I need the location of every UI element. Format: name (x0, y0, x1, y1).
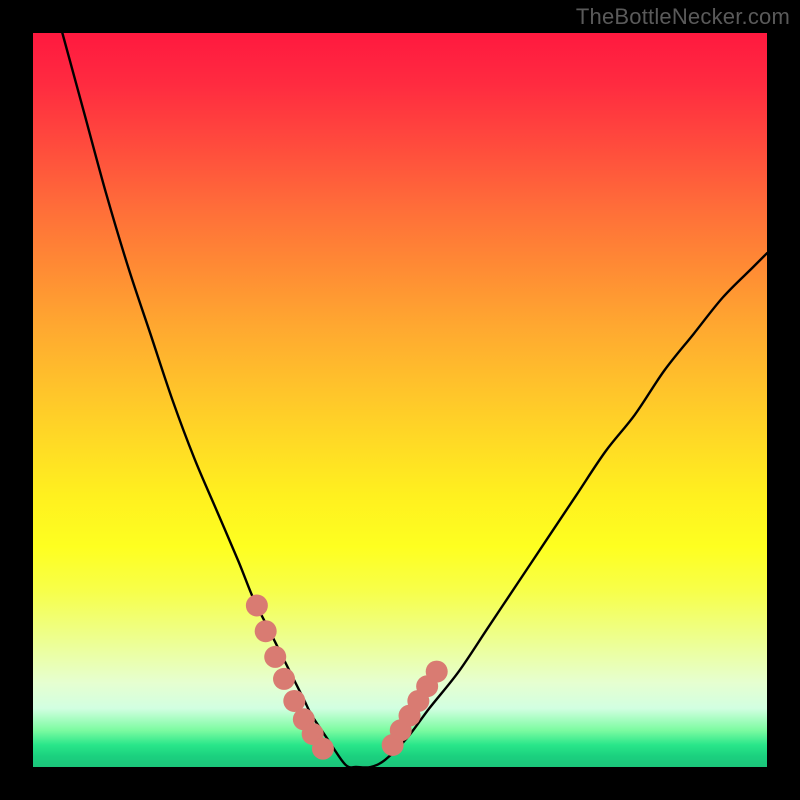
highlight-dot (264, 646, 286, 668)
highlight-dot (312, 738, 334, 760)
highlight-dot (255, 620, 277, 642)
highlight-dots-left (246, 595, 334, 760)
plot-area (33, 33, 767, 767)
watermark-label: TheBottleNecker.com (576, 4, 790, 30)
chart-frame: TheBottleNecker.com (0, 0, 800, 800)
curve-layer (33, 33, 767, 767)
main-curve (62, 33, 767, 768)
highlight-dots-right (382, 661, 448, 756)
bottleneck-curve-path (62, 33, 767, 768)
highlight-dot (426, 661, 448, 683)
highlight-dot (246, 595, 268, 617)
highlight-dot (273, 668, 295, 690)
